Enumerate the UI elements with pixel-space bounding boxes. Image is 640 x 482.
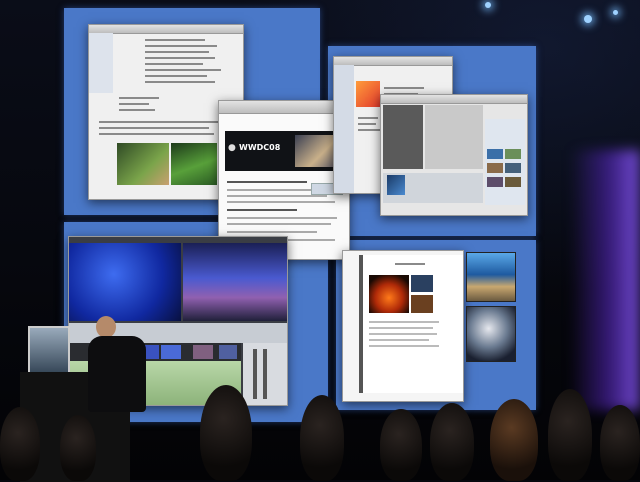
- apple-logo-icon: ●: [228, 143, 236, 153]
- presenter-head: [96, 316, 116, 338]
- purple-stage-glow: [570, 150, 640, 410]
- document-window[interactable]: [342, 250, 464, 402]
- album-art: [356, 81, 380, 107]
- app-sidebar: [383, 105, 423, 169]
- app-list: [425, 105, 483, 169]
- thumbnail-grid: [485, 119, 525, 205]
- stage-light: [613, 10, 618, 15]
- stage-light: [485, 2, 491, 8]
- app-footer: [383, 173, 483, 203]
- document-page: [359, 255, 463, 393]
- video-preview-right: [183, 243, 287, 321]
- window-titlebar: [219, 101, 349, 114]
- imac-monitor: [28, 326, 70, 376]
- banner-text: WWDC08: [239, 143, 281, 152]
- web-banner: ● WWDC08: [225, 131, 343, 171]
- photo-attachment: [117, 143, 169, 185]
- stage-light: [584, 15, 592, 23]
- cloud-photo: [466, 306, 516, 362]
- beach-photo: [466, 252, 516, 302]
- media-app-window[interactable]: [380, 94, 528, 216]
- itunes-sidebar: [334, 65, 354, 193]
- mail-sidebar: [89, 33, 113, 93]
- window-titlebar: [381, 95, 527, 104]
- lava-photo: [369, 275, 409, 313]
- photo-attachment: [171, 143, 217, 185]
- audience: [0, 385, 640, 481]
- video-preview-left: [69, 243, 181, 321]
